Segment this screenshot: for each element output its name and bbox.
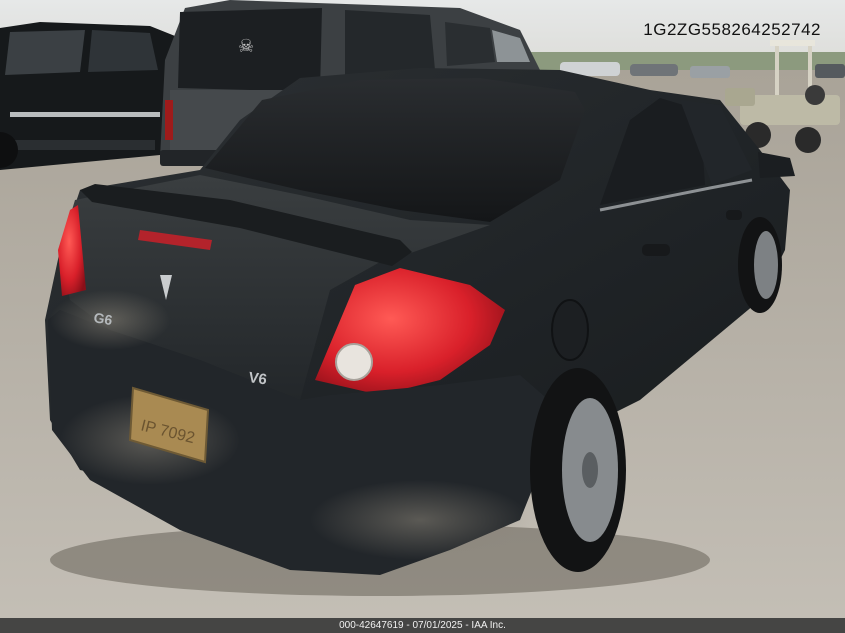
front-wheel-rim (754, 231, 778, 299)
fuel-door (551, 299, 589, 361)
rear-door-handle (642, 244, 670, 256)
engine-badge: V6 (247, 369, 268, 388)
front-door-handle (726, 210, 742, 220)
reverse-light (335, 343, 373, 381)
svg-text:☠: ☠ (238, 36, 254, 56)
black-suv-left (0, 22, 185, 170)
photo-caption-bar: 000-42647619 - 07/01/2025 - IAA Inc. (0, 618, 845, 633)
vin-watermark: 1G2ZG558264252742 (643, 20, 821, 39)
vehicle-photo: ☠ IP 7092 G6 V6 1G2ZG558264252742 000-42… (0, 0, 845, 633)
model-badge: G6 (92, 309, 113, 328)
car-scene: ☠ IP 7092 G6 V6 (0, 0, 845, 633)
